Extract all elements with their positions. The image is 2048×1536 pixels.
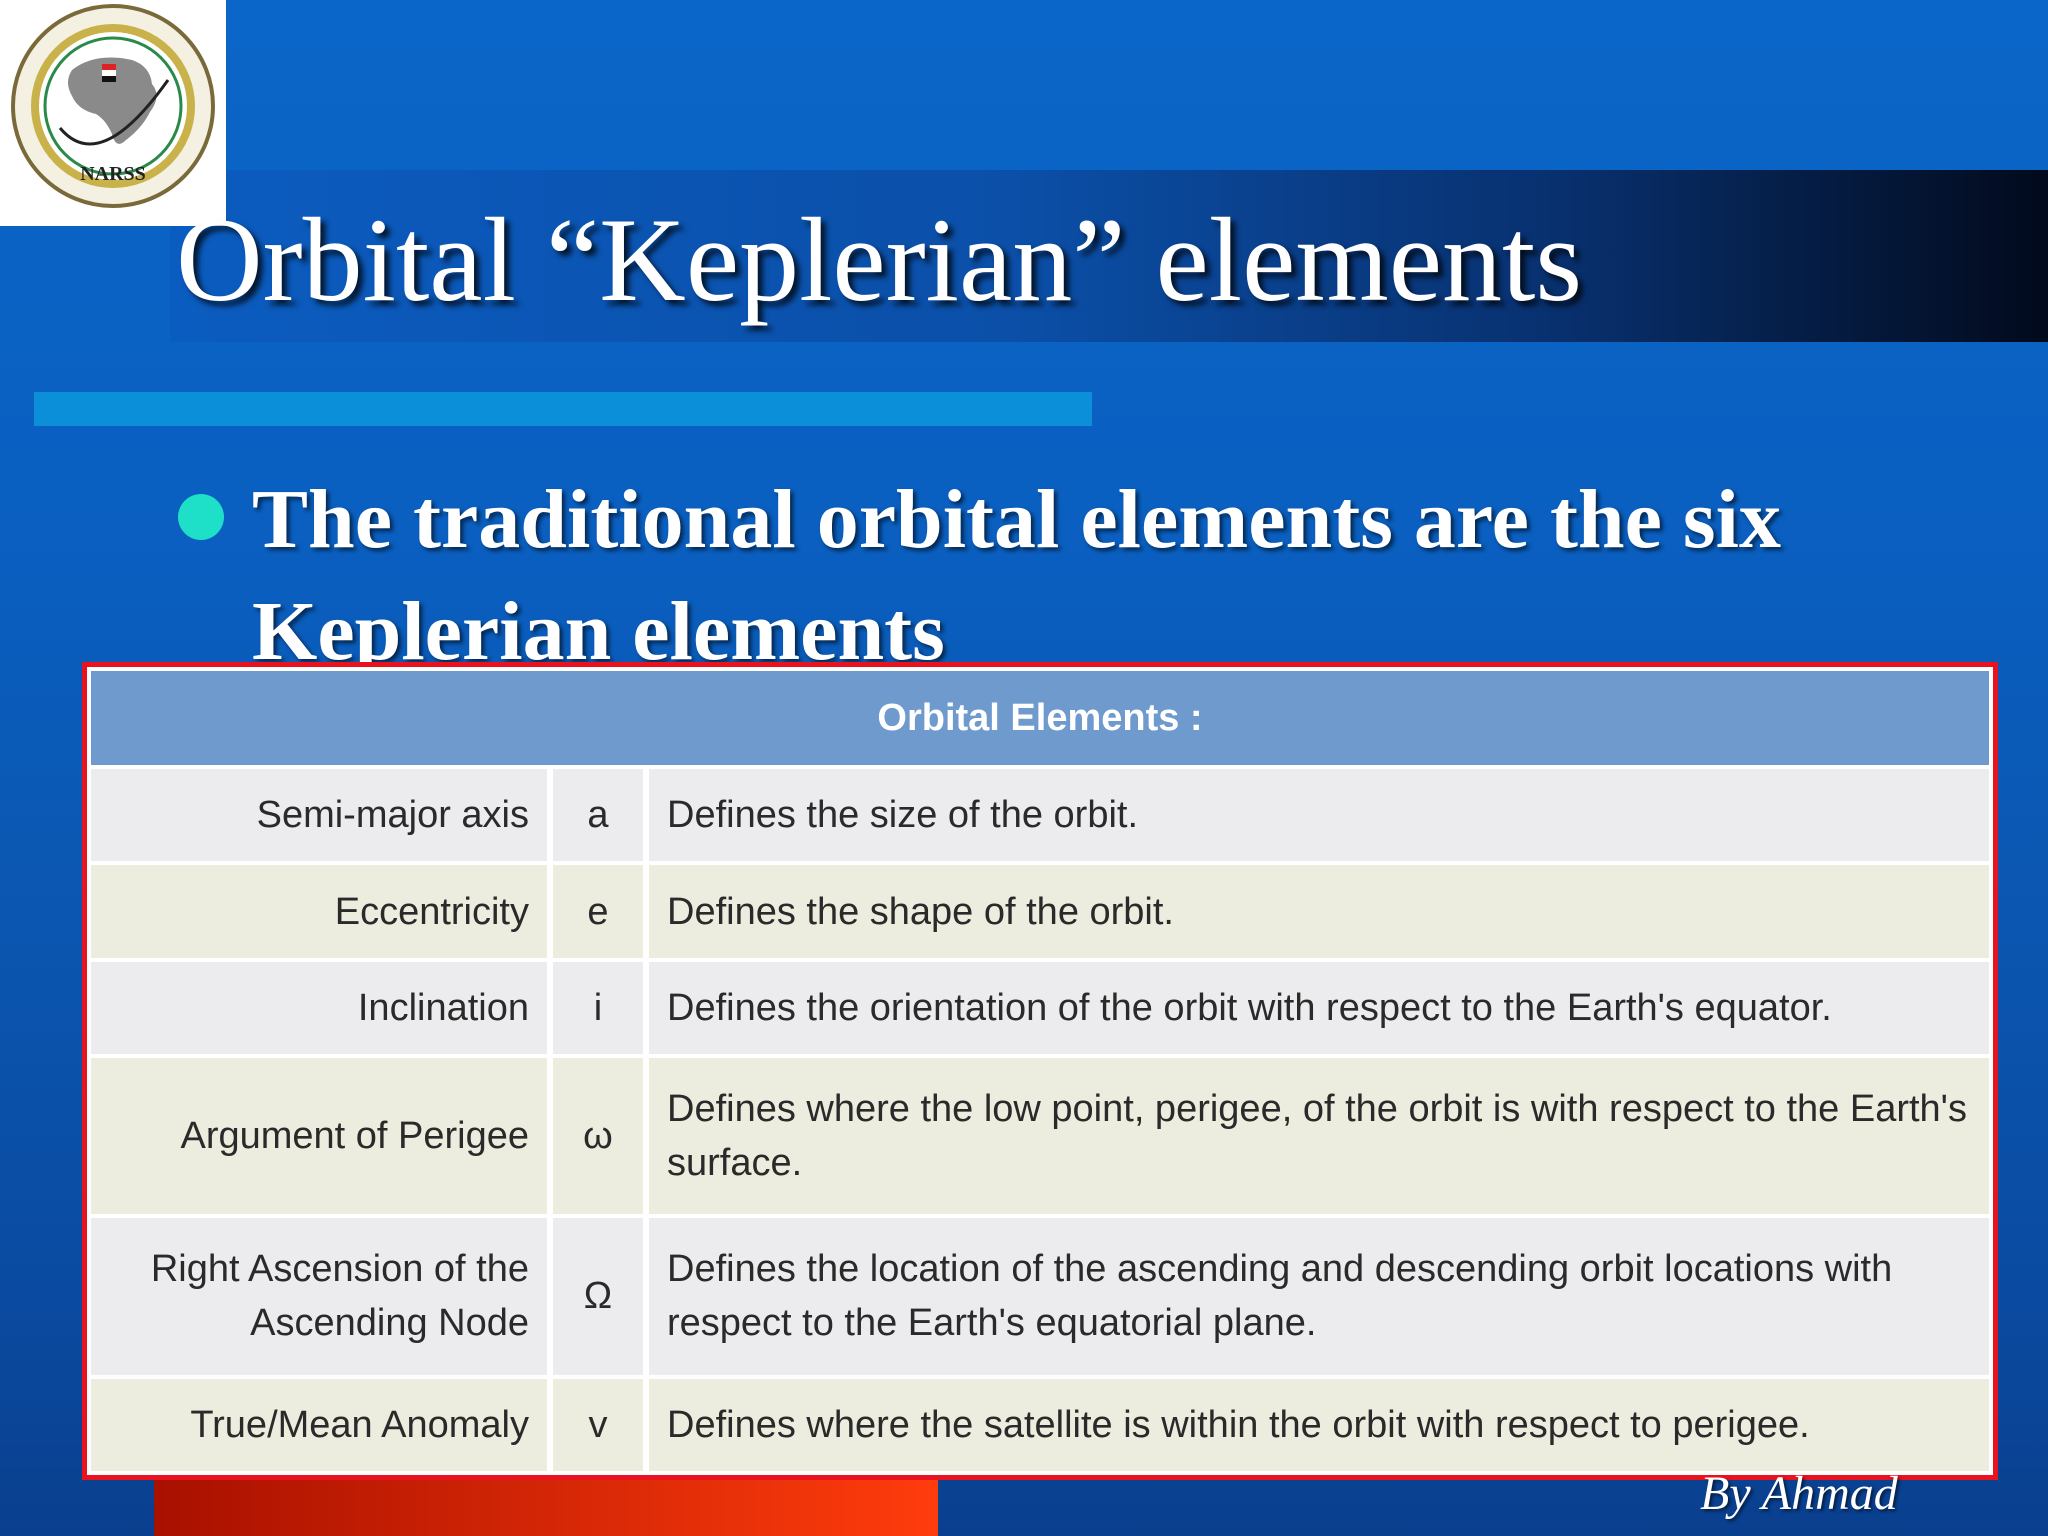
element-description: Defines where the satellite is within th…: [649, 1378, 1989, 1471]
element-name: Argument of Perigee: [91, 1058, 547, 1215]
element-name: Inclination: [91, 961, 547, 1055]
element-symbol: Ω: [553, 1218, 643, 1375]
accent-bar: [34, 392, 1092, 426]
orbital-elements-table-frame: Orbital Elements : Semi-major axis a Def…: [82, 662, 1998, 1480]
element-symbol: e: [553, 865, 643, 958]
element-symbol: v: [553, 1378, 643, 1471]
logo-text: NARSS: [80, 163, 146, 185]
element-symbol: a: [553, 769, 643, 862]
table-row: Semi-major axis a Defines the size of th…: [91, 769, 1989, 862]
element-description: Defines the location of the ascending an…: [649, 1218, 1989, 1375]
element-symbol: i: [553, 961, 643, 1055]
bullet-icon: [178, 494, 224, 540]
element-name: True/Mean Anomaly: [91, 1378, 547, 1471]
element-name: Right Ascension of the Ascending Node: [91, 1218, 547, 1375]
element-description: Defines the orientation of the orbit wit…: [649, 961, 1989, 1055]
slide-title: Orbital “Keplerian” elements: [176, 193, 1583, 326]
table-header-row: Orbital Elements :: [91, 671, 1989, 765]
table-row: Right Ascension of the Ascending Node Ω …: [91, 1218, 1989, 1375]
element-description: Defines the size of the orbit.: [649, 769, 1989, 862]
table-row: Eccentricity e Defines the shape of the …: [91, 865, 1989, 958]
element-description: Defines the shape of the orbit.: [649, 865, 1989, 958]
table-row: True/Mean Anomaly v Defines where the sa…: [91, 1378, 1989, 1471]
element-description: Defines where the low point, perigee, of…: [649, 1058, 1989, 1215]
element-symbol: ω: [553, 1058, 643, 1215]
bottom-accent-bar: [154, 1480, 938, 1536]
table-row: Argument of Perigee ω Defines where the …: [91, 1058, 1989, 1215]
orbital-elements-table: Orbital Elements : Semi-major axis a Def…: [85, 667, 1995, 1475]
author-credit: By Ahmad: [1700, 1467, 1898, 1520]
element-name: Semi-major axis: [91, 769, 547, 862]
element-name: Eccentricity: [91, 865, 547, 958]
bullet-text: The traditional orbital elements are the…: [252, 473, 1781, 678]
table-row: Inclination i Defines the orientation of…: [91, 961, 1989, 1055]
table-header: Orbital Elements :: [91, 671, 1989, 765]
